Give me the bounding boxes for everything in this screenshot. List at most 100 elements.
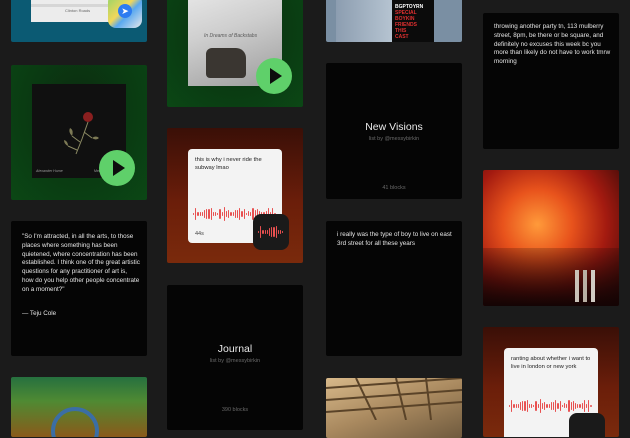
- maps-card[interactable]: Clinton Roads ➤: [11, 0, 147, 42]
- waveform-bar: [537, 404, 539, 408]
- maps-app-icon: ➤: [108, 0, 142, 28]
- party-note-card[interactable]: throwing another party tn, 113 mulberry …: [483, 13, 619, 149]
- image-card-bottom-left[interactable]: [11, 377, 147, 437]
- memo-text: ranting about whether i want to live in …: [511, 356, 591, 371]
- list-title: Journal: [217, 343, 253, 355]
- subway-memo-card[interactable]: this is why i never ride the subway lmao…: [167, 128, 303, 263]
- waveform-bar: [544, 401, 546, 411]
- voice-memos-app-icon: [253, 214, 289, 250]
- waveform-bar: [206, 209, 208, 219]
- waveform-bar: [517, 404, 520, 408]
- waveform-bar: [581, 403, 583, 409]
- album-artist: Alexander Hume: [36, 169, 63, 173]
- new-visions-list-card[interactable]: New Visions list by @messybirkin 41 bloc…: [326, 63, 462, 199]
- waveform-bar: [522, 401, 524, 411]
- bed-photo-caption: In Dreams of Backstabs: [204, 33, 258, 39]
- waveform-bar: [511, 399, 513, 413]
- note-text: i really was the type of boy to live on …: [337, 231, 452, 247]
- waveform-bar: [258, 231, 260, 233]
- waveform-bar: [228, 209, 230, 219]
- bed-figure: [206, 48, 246, 78]
- waveform-bar: [531, 403, 533, 409]
- waveform-bar: [559, 401, 561, 411]
- list-author: list by @messybirkin: [209, 358, 261, 364]
- waveform-bar: [282, 230, 284, 234]
- waveform-bar: [564, 403, 566, 409]
- voice-memos-app-icon: [569, 413, 605, 437]
- waveform-bar: [271, 227, 273, 237]
- beams-illustration: [326, 378, 462, 420]
- waveform-bar: [248, 211, 250, 217]
- waveform-bar: [570, 402, 572, 410]
- waveform-bar: [241, 211, 243, 217]
- waveform-bar: [528, 403, 531, 409]
- waveform-bar: [572, 400, 575, 412]
- waveform-bar: [273, 227, 275, 237]
- waveform-bar: [555, 399, 557, 413]
- waveform-bar: [588, 399, 590, 413]
- quote-card[interactable]: "So I'm attracted, in all the arts, to t…: [11, 221, 147, 356]
- quote-text: "So I'm attracted, in all the arts, to t…: [22, 233, 140, 293]
- london-memo-card[interactable]: ranting about whether i want to live in …: [483, 327, 619, 437]
- waveform-bar: [535, 401, 537, 411]
- waveform-bar: [568, 399, 570, 413]
- map-road-label: Clinton Roads: [65, 8, 91, 13]
- journal-list-card[interactable]: Journal list by @messybirkin 390 blocks: [167, 285, 303, 430]
- waveform-bar: [542, 403, 544, 409]
- waveform-icon: [509, 399, 593, 413]
- waveform-bar: [280, 229, 282, 235]
- bar-photo-card[interactable]: [483, 170, 619, 306]
- album-card[interactable]: Alexander Hume Melodrama 2: [11, 65, 147, 200]
- list-title: New Visions: [365, 121, 423, 133]
- waveform-bar: [212, 211, 215, 217]
- architecture-photo-card[interactable]: [326, 378, 462, 438]
- poster-card[interactable]: BGPTOYRN SPECIAL BOYKIN FRIENDS THIS CAS…: [326, 0, 462, 42]
- bed-photo-card[interactable]: In Dreams of Backstabs: [167, 0, 303, 107]
- poster-panel: BGPTOYRN SPECIAL BOYKIN FRIENDS THIS CAS…: [392, 0, 434, 42]
- poster-person: [336, 0, 394, 42]
- waveform-bar: [575, 402, 577, 410]
- waveform-bar: [513, 404, 515, 408]
- waveform-bar: [250, 212, 252, 216]
- waveform-bar: [260, 225, 262, 239]
- waveform-bar: [195, 207, 197, 221]
- waveform-bar: [201, 212, 204, 216]
- quote-author: — Teju Cole: [22, 310, 57, 317]
- east-3rd-card[interactable]: i really was the type of boy to live on …: [326, 221, 462, 356]
- waveform-bar: [526, 400, 528, 412]
- play-button[interactable]: [256, 58, 292, 94]
- waveform-bar: [237, 210, 239, 218]
- waveform-bar: [577, 404, 579, 408]
- maps-arrow-icon: ➤: [118, 4, 132, 18]
- waveform-bar: [561, 404, 564, 408]
- memo-text: this is why i never ride the subway lmao: [195, 157, 262, 172]
- waveform-bar: [219, 209, 221, 219]
- waveform-bar: [243, 209, 245, 219]
- waveform-bar: [533, 404, 535, 408]
- waveform-bar: [277, 229, 280, 235]
- waveform-bar: [262, 230, 264, 234]
- waveform-bar: [226, 211, 228, 217]
- waveform-bar: [266, 230, 269, 234]
- waveform-bar: [590, 404, 592, 408]
- list-author: list by @messybirkin: [368, 136, 420, 142]
- poster-line-6: CAST: [395, 34, 409, 40]
- waveform-bar: [230, 212, 232, 216]
- waveform-bar: [583, 399, 586, 413]
- waveform-bar: [210, 208, 212, 220]
- waveform-bar: [509, 405, 511, 407]
- waveform-bar: [223, 207, 226, 221]
- memo-duration: 44s: [195, 231, 204, 237]
- play-button[interactable]: [99, 150, 135, 186]
- waveform-bar: [208, 209, 210, 219]
- waveform-bar: [239, 207, 241, 221]
- waveform-bar: [520, 401, 522, 410]
- waveform-bar: [197, 212, 199, 216]
- waveform-bar: [546, 404, 548, 408]
- waveform-bar: [579, 403, 581, 409]
- waveform-bar: [515, 403, 517, 409]
- note-text: throwing another party tn, 113 mulberry …: [494, 23, 611, 66]
- waveform-bar: [215, 211, 217, 217]
- waveform-bar: [553, 402, 555, 410]
- waveform-bar: [566, 404, 568, 408]
